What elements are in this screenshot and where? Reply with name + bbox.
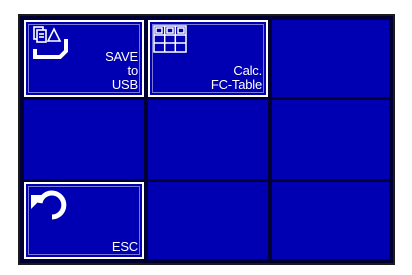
empty-cell bbox=[272, 182, 389, 259]
empty-cell bbox=[272, 100, 389, 179]
empty-cell bbox=[148, 182, 268, 259]
calc-fc-table-label: Calc. FC-Table bbox=[210, 63, 262, 92]
save-to-usb-button[interactable]: SAVE to USB bbox=[24, 20, 144, 97]
table-grid-icon bbox=[153, 25, 187, 53]
empty-cell bbox=[272, 20, 389, 97]
esc-button[interactable]: ESC bbox=[24, 182, 144, 259]
empty-cell bbox=[148, 100, 268, 179]
menu-screen: SAVE to USB Calc. FC-Table ESC bbox=[18, 14, 395, 265]
esc-label: ESC bbox=[111, 239, 138, 254]
empty-cell bbox=[24, 100, 144, 179]
calc-fc-table-button[interactable]: Calc. FC-Table bbox=[148, 20, 268, 97]
file-save-usb-icon bbox=[33, 26, 68, 59]
save-to-usb-label: SAVE to USB bbox=[105, 49, 138, 92]
undo-arrow-icon bbox=[31, 190, 67, 220]
